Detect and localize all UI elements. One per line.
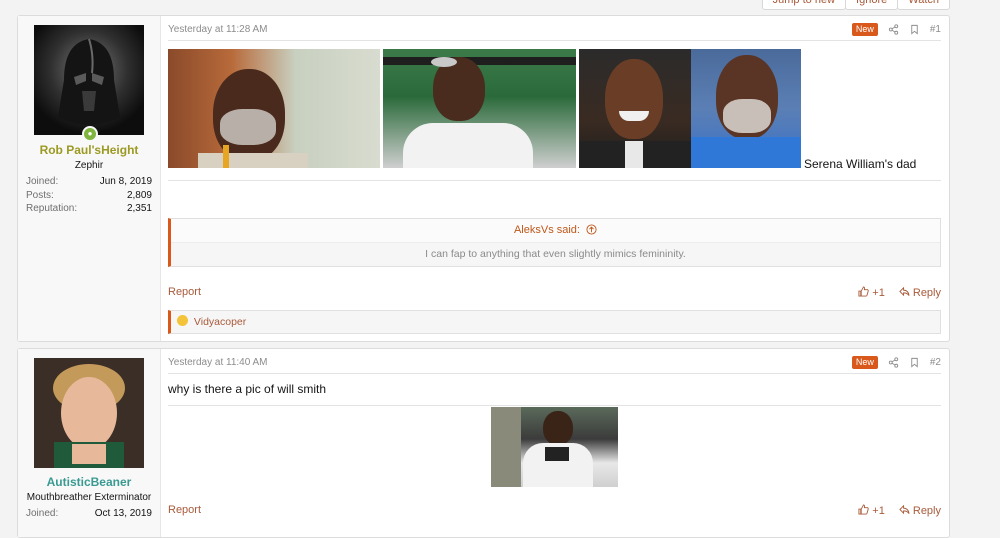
- reply-button[interactable]: Reply: [899, 286, 941, 299]
- user-title: Mouthbreather Exterminator: [26, 492, 152, 503]
- username[interactable]: AutisticBeaner: [18, 475, 160, 489]
- reply-icon: [899, 504, 910, 515]
- post-time[interactable]: Yesterday at 11:40 AM: [168, 357, 268, 368]
- watch-button[interactable]: Watch: [897, 0, 950, 10]
- post-meta-right: New #2: [851, 356, 941, 369]
- divider: [168, 40, 941, 41]
- stat-label: Posts:: [26, 189, 54, 201]
- like-button[interactable]: +1: [858, 504, 885, 517]
- post-number[interactable]: #2: [930, 357, 941, 368]
- post-1: ● Rob Paul'sHeight Zephir Joined: Jun 8, …: [17, 15, 950, 342]
- post-meta-right: New #1: [851, 23, 941, 36]
- new-badge: New: [851, 356, 878, 369]
- post-time[interactable]: Yesterday at 11:28 AM: [168, 24, 268, 35]
- new-badge: New: [851, 23, 878, 36]
- reactions-bar[interactable]: Vidyacoper: [168, 310, 941, 334]
- report-button[interactable]: Report: [168, 504, 201, 516]
- stat-value: Jun 8, 2019: [99, 176, 152, 187]
- quote-author[interactable]: AleksVs said:: [514, 224, 580, 236]
- stat-value: 2,351: [126, 203, 152, 214]
- online-status-icon: ●: [82, 126, 98, 142]
- user-sidebar: AutisticBeaner Mouthbreather Exterminato…: [18, 349, 161, 537]
- post-main: Yesterday at 11:28 AM New #1 Serena Will…: [168, 16, 941, 341]
- stat-label: Joined:: [26, 176, 59, 187]
- post-2: AutisticBeaner Mouthbreather Exterminato…: [17, 348, 950, 538]
- reply-icon: [899, 286, 910, 297]
- quote-text: I can fap to anything that even slightly…: [425, 248, 686, 260]
- bookmark-icon[interactable]: [909, 357, 920, 368]
- user-sidebar: ● Rob Paul'sHeight Zephir Joined: Jun 8, …: [18, 16, 161, 341]
- reply-label: Reply: [912, 505, 941, 517]
- quote-block: AleksVs said: I can fap to anything that…: [168, 218, 941, 267]
- stat-label: Joined:: [26, 508, 59, 519]
- divider: [168, 180, 941, 181]
- like-count: +1: [872, 287, 885, 299]
- like-count: +1: [872, 505, 885, 517]
- divider: [168, 405, 941, 406]
- report-button[interactable]: Report: [168, 286, 201, 298]
- share-icon[interactable]: [888, 357, 899, 368]
- post-main: Yesterday at 11:40 AM New #2 why is ther…: [168, 349, 941, 537]
- ignore-button[interactable]: Ignore: [845, 0, 899, 10]
- image-caption: Serena William's dad: [804, 157, 917, 171]
- username[interactable]: Rob Paul'sHeight: [18, 143, 160, 157]
- photo-will-smith[interactable]: [579, 49, 691, 168]
- share-icon[interactable]: [888, 24, 899, 35]
- user-stats: Joined: Jun 8, 2019 Posts: 2,809 Reputatio…: [26, 175, 152, 216]
- photo-man-3[interactable]: [691, 49, 801, 168]
- user-title: Zephir: [74, 160, 104, 171]
- divider: [168, 373, 941, 374]
- stat-value: 2,809: [126, 189, 152, 201]
- post-image-football-player[interactable]: [491, 407, 618, 487]
- young-man-avatar-image: [34, 358, 144, 468]
- arrow-up-circle-icon[interactable]: [586, 224, 597, 235]
- reaction-user[interactable]: Vidyacoper: [194, 316, 246, 328]
- reply-button[interactable]: Reply: [899, 504, 941, 517]
- avatar[interactable]: [34, 25, 144, 135]
- photo-man-2[interactable]: [383, 49, 576, 168]
- like-button[interactable]: +1: [858, 286, 885, 299]
- photo-man-1[interactable]: [168, 49, 380, 168]
- stat-label: Reputation:: [26, 203, 78, 214]
- reply-label: Reply: [912, 287, 941, 299]
- post-number[interactable]: #1: [930, 24, 941, 35]
- jump-to-new-button[interactable]: Jump to new: [761, 0, 847, 10]
- laughing-emoji-icon: [177, 315, 188, 326]
- thumbs-up-icon: [858, 286, 869, 297]
- user-stats: Joined: Oct 13, 2019: [26, 507, 152, 521]
- post-body: why is there a pic of will smith: [168, 382, 327, 396]
- quote-header[interactable]: AleksVs said:: [171, 219, 940, 243]
- darth-vader-avatar-image: [58, 38, 120, 125]
- thread-top-buttons: Jump to new Ignore Watch: [761, 0, 950, 10]
- stat-value: Oct 13, 2019: [94, 508, 152, 519]
- avatar[interactable]: [34, 358, 144, 468]
- thumbs-up-icon: [858, 504, 869, 515]
- bookmark-icon[interactable]: [909, 24, 920, 35]
